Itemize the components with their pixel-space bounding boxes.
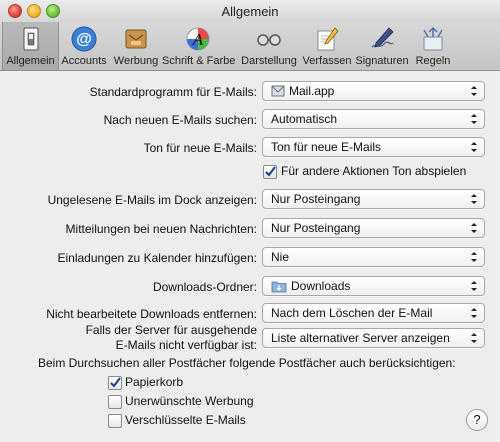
junk-mail-icon [125,29,147,49]
popup-value: Downloads [291,279,351,293]
default-mail-label: Standardprogramm für E-Mails: [89,85,257,99]
remove-downloads-popup[interactable]: Nach dem Löschen der E-Mail [262,303,485,323]
other-sounds-label: Für andere Aktionen Ton abspielen [281,164,467,178]
popup-arrows-icon [471,252,477,262]
popup-value: Nur Posteingang [271,221,361,235]
check-mail-popup[interactable]: Automatisch [262,109,485,129]
svg-text:A: A [192,30,204,49]
rules-arrows-icon [423,26,443,51]
tab-accounts[interactable]: @ Accounts [58,22,110,70]
checkmark-icon [265,166,276,177]
switch-icon [23,27,38,51]
help-button[interactable]: ? [466,409,488,431]
sound-label: Ton für neue E-Mails: [143,141,257,155]
check-mail-label: Nach neuen E-Mails suchen: [103,113,257,127]
popup-arrows-icon [471,308,477,318]
notify-label: Mitteilungen bei neuen Nachrichten: [65,222,257,236]
junk-label: Unerwünschte Werbung [125,394,254,408]
popup-value: Nie [271,250,290,264]
trash-checkbox[interactable] [108,376,122,390]
tab-label: Werbung [113,55,159,67]
trash-label: Papierkorb [125,375,184,389]
tab-signaturen[interactable]: Signaturen [354,22,410,70]
tab-label: Regeln [415,55,451,67]
tab-allgemein[interactable]: Allgemein [2,22,59,70]
at-sign-icon: @ [71,26,97,52]
popup-value: Nach dem Löschen der E-Mail [271,306,433,320]
svg-text:@: @ [76,31,92,48]
tab-schrift-farbe[interactable]: A Schrift & Farbe [162,22,236,70]
popup-arrows-icon [471,223,477,233]
server-label-line-2: E-Mails nicht verfügbar ist: [115,338,257,352]
tab-label: Allgemein [6,55,55,67]
encrypted-label: Verschlüsselte E-Mails [125,413,246,427]
tab-darstellung[interactable]: Darstellung [238,22,300,70]
title-bar: Allgemein [0,0,500,22]
checkmark-icon [110,377,121,388]
popup-arrows-icon [471,142,477,152]
popup-arrows-icon [471,194,477,204]
window-title: Allgemein [221,4,279,19]
composing-pencil-icon [317,27,339,51]
tab-label: Schrift & Farbe [162,55,236,67]
default-mail-popup[interactable]: Mail.app [262,81,485,101]
signature-pen-icon [371,27,394,48]
notify-popup[interactable]: Nur Posteingang [262,218,485,238]
popup-value: Liste alternativer Server anzeigen [271,331,450,345]
downloads-popup[interactable]: Downloads [262,276,485,296]
popup-arrows-icon [471,333,477,343]
tab-werbung[interactable]: Werbung [112,22,160,70]
popup-arrows-icon [471,86,477,96]
fonts-colors-icon: A [186,27,210,51]
popup-value: Nur Posteingang [271,192,361,206]
dock-label: Ungelesene E-Mails im Dock anzeigen: [47,193,257,207]
viewing-glasses-icon [257,34,281,46]
sound-popup[interactable]: Ton für neue E-Mails [262,137,485,157]
tab-regeln[interactable]: Regeln [412,22,454,70]
tab-label: Accounts [61,55,107,67]
tab-label: Darstellung [241,55,297,67]
tab-label: Signaturen [355,55,409,67]
mail-stamp-icon [271,85,285,97]
other-sounds-checkbox[interactable] [263,165,277,179]
tab-label: Verfassen [302,55,352,67]
search-mailboxes-header: Beim Durchsuchen aller Postfächer folgen… [38,356,456,370]
remove-downloads-label: Nicht bearbeitete Downloads entfernen: [46,307,257,321]
server-unavailable-popup[interactable]: Liste alternativer Server anzeigen [262,328,485,348]
calendar-label: Einladungen zu Kalender hinzufügen: [57,251,258,265]
popup-value: Automatisch [271,112,338,126]
encrypted-checkbox[interactable] [108,414,122,428]
downloads-label: Downloads-Ordner: [152,280,257,294]
popup-arrows-icon [471,281,477,291]
calendar-popup[interactable]: Nie [262,247,485,267]
popup-arrows-icon [471,114,477,124]
popup-value: Ton für neue E-Mails [271,140,382,154]
toolbar: Allgemein @ Accounts Werbung A Schrift &… [0,22,500,71]
preferences-window: Allgemein Allgemein @ Accounts Werbung A… [0,0,500,442]
server-unavailable-label: Falls der Server für ausgehende E-Mails … [86,323,257,353]
junk-checkbox[interactable] [108,395,122,409]
dock-popup[interactable]: Nur Posteingang [262,189,485,209]
folder-icon [271,281,287,293]
popup-value: Mail.app [289,84,335,98]
tab-verfassen[interactable]: Verfassen [300,22,354,70]
server-label-line-1: Falls der Server für ausgehende [85,323,257,337]
